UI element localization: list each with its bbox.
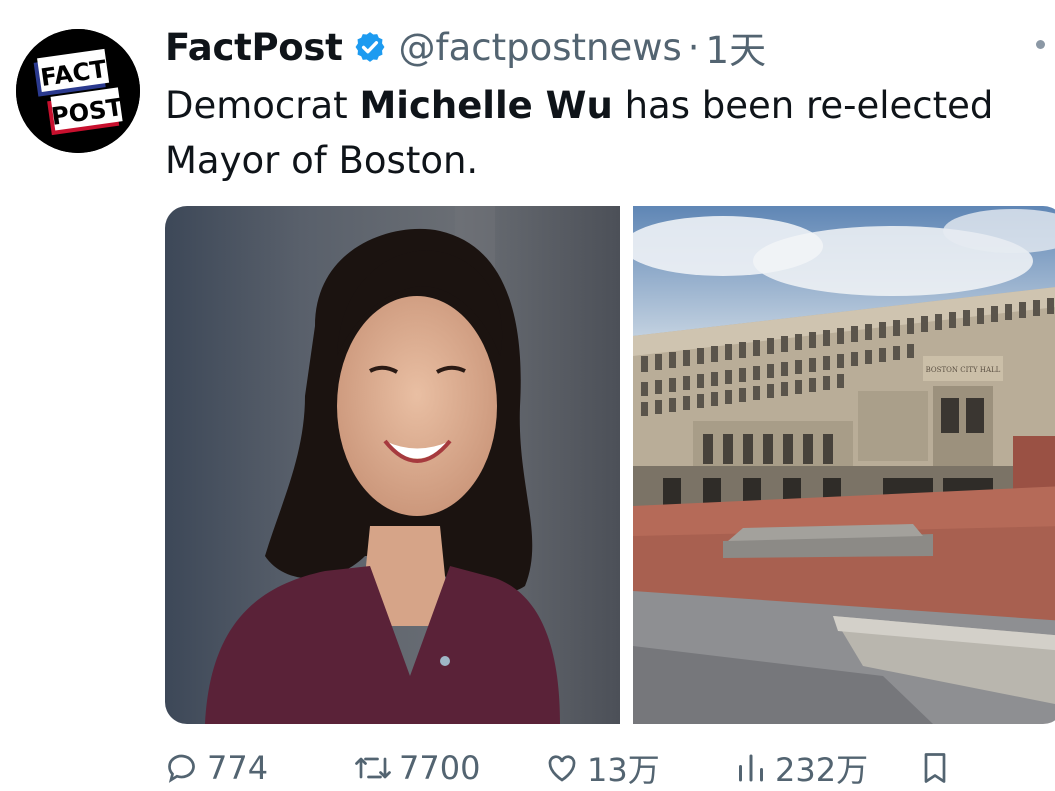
bookmark-button[interactable]	[917, 750, 959, 786]
like-button[interactable]: 13万	[543, 745, 660, 791]
tweet-text-bold: Michelle Wu	[359, 84, 613, 127]
more-icon[interactable]	[1036, 40, 1046, 54]
handle[interactable]: @factpostnews	[399, 26, 682, 69]
verified-badge-icon[interactable]	[353, 30, 387, 64]
retweet-count: 7700	[399, 749, 481, 787]
display-name[interactable]: FactPost	[165, 26, 343, 69]
like-count: 13万	[587, 751, 660, 789]
tweet-text-pre: Democrat	[165, 84, 360, 127]
view-count: 232万	[775, 751, 869, 789]
separator-dot: ·	[687, 25, 700, 69]
tweet-header: FactPost @factpostnews · 1天	[165, 20, 767, 74]
timestamp[interactable]: 1天	[706, 20, 767, 74]
city-hall-sign: BOSTON CITY HALL	[926, 366, 1001, 374]
tweet-media: BOSTON CITY HALL	[165, 206, 1055, 724]
reply-button[interactable]: 774	[165, 749, 268, 787]
factpost-logo: FACT POST	[16, 29, 140, 153]
retweet-button[interactable]: 7700	[353, 749, 480, 787]
bookmark-icon	[924, 753, 946, 783]
views-button[interactable]: 232万	[733, 745, 868, 791]
author-avatar[interactable]: FACT POST	[16, 29, 140, 153]
reply-icon	[168, 754, 195, 783]
media-divider	[620, 206, 633, 724]
like-icon	[548, 755, 576, 782]
photo-city-hall[interactable]: BOSTON CITY HALL	[623, 206, 1055, 724]
action-bar: 774 7700 13万 232万	[165, 745, 1055, 791]
retweet-icon	[355, 757, 391, 779]
tweet-text: Democrat Michelle Wu has been re-elected…	[165, 78, 1045, 188]
photo-portrait[interactable]	[165, 206, 620, 724]
views-icon	[739, 754, 763, 782]
reply-count: 774	[207, 749, 269, 787]
